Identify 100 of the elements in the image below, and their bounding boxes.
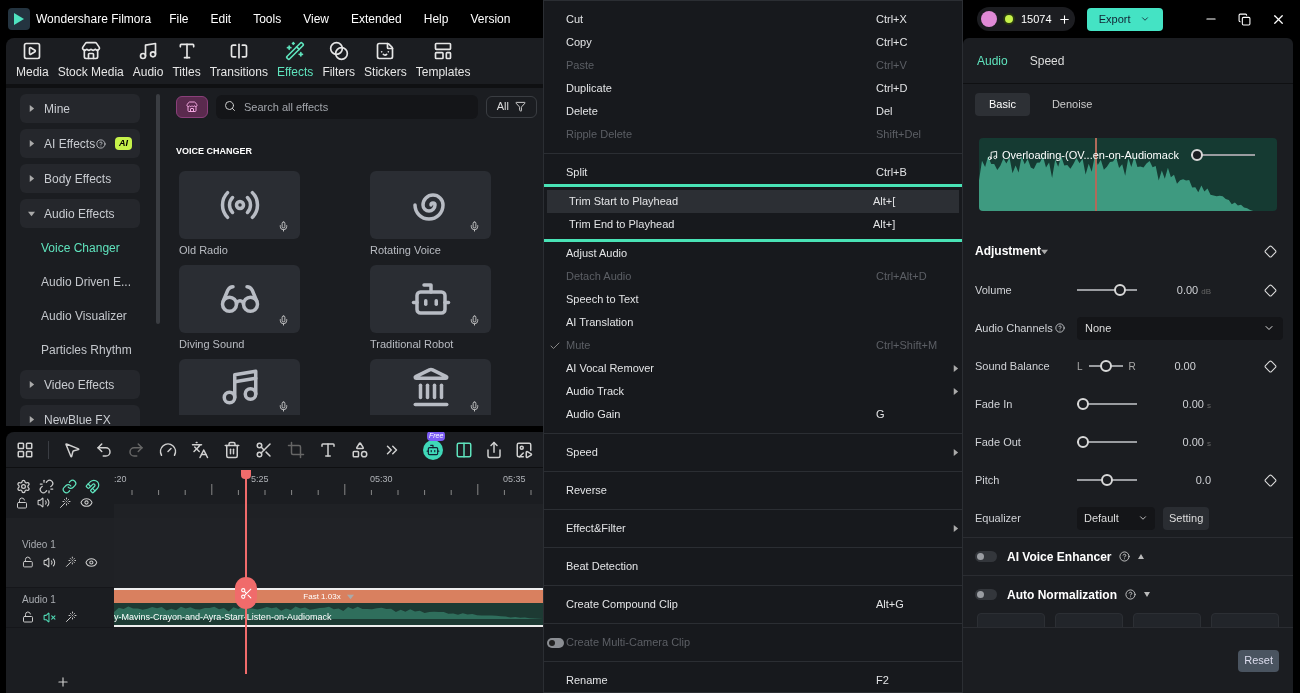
menu-item[interactable]: Delete Del (544, 100, 962, 123)
text-icon[interactable] (319, 440, 337, 459)
export-button[interactable]: Export (1086, 7, 1163, 31)
split-frame-icon[interactable] (455, 440, 473, 459)
search-field[interactable]: Search all effects (216, 95, 478, 119)
split-scissors-icon[interactable] (235, 577, 257, 609)
undo-icon[interactable] (95, 440, 113, 459)
menu-item[interactable]: Beat Detection (544, 547, 962, 578)
media-tab[interactable]: Stickers (364, 41, 407, 81)
eye-icon[interactable] (80, 496, 93, 509)
effect-tile[interactable] (179, 264, 300, 333)
media-tab[interactable]: Titles (172, 41, 201, 81)
channels-dropdown[interactable]: None (1077, 316, 1283, 340)
lock-icon[interactable] (16, 496, 28, 509)
effect-tile[interactable] (370, 264, 491, 333)
lock-icon[interactable] (22, 556, 34, 568)
magnet-icon[interactable] (85, 478, 100, 494)
slider-thumb[interactable] (1077, 436, 1089, 448)
category-item[interactable]: NewBlue FX (20, 405, 140, 426)
keyframe-diamond-icon[interactable] (1264, 244, 1277, 258)
restore-icon[interactable] (1238, 12, 1251, 26)
speaker-icon[interactable] (37, 496, 50, 509)
filter-button[interactable]: All (485, 95, 537, 118)
delete-icon[interactable] (223, 440, 241, 459)
shapes-icon[interactable] (351, 440, 369, 459)
magic-wand-icon[interactable] (65, 611, 77, 623)
subcategory-item[interactable]: Audio Driven E... (20, 268, 140, 296)
add-credits-icon[interactable] (1057, 12, 1071, 26)
speaker-icon[interactable] (42, 555, 56, 569)
menu-item[interactable]: View (303, 10, 329, 28)
eye-icon[interactable] (85, 555, 98, 569)
unlink-icon[interactable] (39, 478, 54, 494)
media-tab[interactable]: Media (16, 41, 49, 81)
menu-item[interactable]: AI Translation (544, 311, 962, 334)
menu-item[interactable]: Tools (253, 10, 282, 28)
menu-item[interactable]: Speech to Text (544, 288, 962, 311)
media-tab[interactable]: Transitions (209, 41, 268, 81)
category-item[interactable]: Audio Effects (20, 199, 140, 228)
media-tab[interactable]: Filters (322, 41, 356, 81)
crop-icon[interactable] (287, 440, 305, 459)
setting-button[interactable]: Setting (1163, 506, 1210, 530)
slider-thumb[interactable] (1113, 284, 1126, 296)
menu-item[interactable]: Version (470, 10, 511, 28)
share-icon[interactable] (485, 440, 503, 459)
menu-item[interactable]: Copy Ctrl+C (544, 31, 962, 54)
pointer-icon[interactable] (63, 440, 81, 459)
keyframe-diamond-icon[interactable] (1264, 359, 1277, 373)
menu-item[interactable]: Speed (544, 433, 962, 464)
category-item[interactable]: Mine (20, 94, 140, 123)
toggle-switch[interactable] (975, 589, 997, 600)
category-item[interactable]: Video Effects (20, 370, 140, 399)
link-icon[interactable] (62, 478, 77, 494)
menu-item[interactable]: Edit (210, 10, 232, 28)
menu-item[interactable]: Rename F2 (544, 661, 962, 692)
menu-item[interactable]: File (169, 10, 189, 28)
menu-item[interactable]: Effect&Filter (544, 509, 962, 540)
slider-thumb[interactable] (1099, 360, 1112, 372)
menu-item[interactable]: Cut Ctrl+X (544, 8, 962, 31)
toggle-switch[interactable] (975, 551, 997, 562)
image-icon[interactable] (515, 440, 533, 459)
menu-item[interactable]: Trim Start to Playhead Alt+[ (547, 190, 959, 213)
subtab[interactable]: Denoise (1037, 92, 1107, 116)
speed-gauge-icon[interactable] (159, 440, 177, 459)
subcategory-item[interactable]: Particles Rhythm (20, 336, 140, 364)
menu-item[interactable]: Audio Gain G (544, 403, 962, 426)
menu-item[interactable]: Trim End to Playhead Alt+] (547, 213, 959, 236)
media-tab[interactable]: Effects (276, 41, 314, 81)
property-tab[interactable]: Speed (1029, 51, 1065, 70)
settings-icon[interactable] (16, 478, 31, 494)
menu-item[interactable]: Duplicate Ctrl+D (544, 77, 962, 100)
property-tab[interactable]: Audio (977, 51, 1008, 70)
subcategory-item[interactable]: Voice Changer (20, 234, 140, 262)
subtab[interactable]: Basic (975, 92, 1030, 116)
media-tab[interactable]: Audio (132, 41, 164, 81)
media-tab[interactable]: Stock Media (57, 41, 124, 81)
reset-button[interactable]: Reset (1238, 649, 1279, 672)
redo-icon[interactable] (127, 440, 145, 459)
magic-wand-icon[interactable] (64, 556, 77, 568)
slider-thumb[interactable] (1190, 149, 1203, 162)
effect-tile[interactable] (370, 170, 491, 239)
menu-item[interactable]: Audio Track (544, 380, 962, 403)
menu-item[interactable]: Help (423, 10, 449, 28)
media-tab[interactable]: Templates (415, 41, 471, 81)
menu-item[interactable]: AI Vocal Remover (544, 357, 962, 380)
mute-speaker-icon[interactable] (43, 610, 56, 624)
slider-thumb[interactable] (1077, 398, 1089, 410)
lock-icon[interactable] (22, 611, 34, 623)
keyframe-diamond-icon[interactable] (1264, 473, 1277, 487)
subcategory-item[interactable]: Audio Visualizer (20, 302, 140, 330)
grid-icon[interactable] (16, 440, 34, 459)
category-item[interactable]: Body Effects (20, 164, 140, 193)
magic-wand-icon[interactable] (59, 496, 71, 509)
ai-robot-icon[interactable] (423, 439, 443, 460)
effect-tile[interactable] (179, 170, 300, 239)
translate-icon[interactable] (191, 440, 209, 459)
store-button[interactable] (176, 95, 208, 118)
keyframe-diamond-icon[interactable] (1264, 283, 1277, 297)
menu-item[interactable]: Reverse (544, 471, 962, 502)
scissors-icon[interactable] (255, 440, 273, 459)
category-item[interactable]: AI Effects AI (20, 129, 140, 158)
